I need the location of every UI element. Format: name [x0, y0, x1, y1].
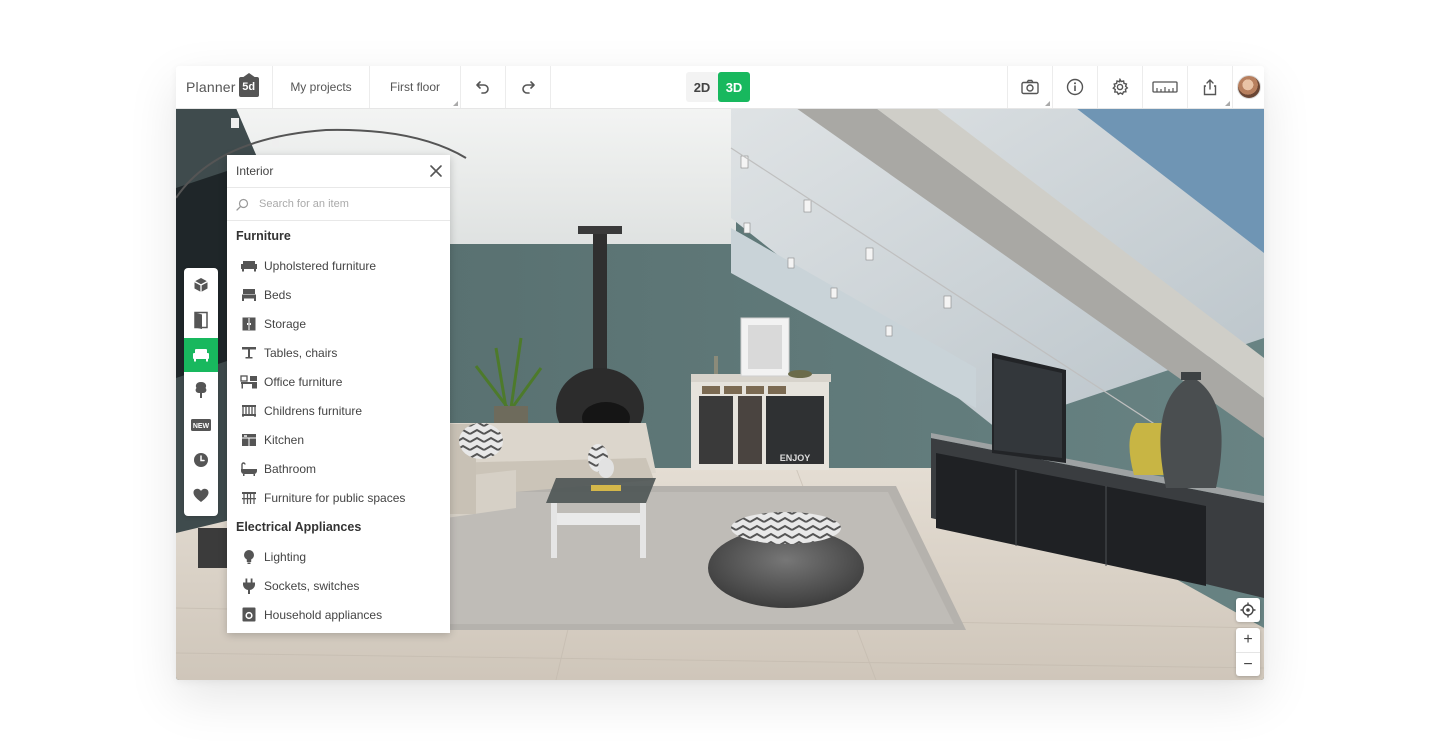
- rail-exterior[interactable]: [184, 373, 218, 407]
- sofa-icon: [193, 349, 209, 362]
- catalog-item-lighting[interactable]: Lighting: [227, 542, 450, 571]
- door-icon: [194, 311, 208, 329]
- catalog-item-office[interactable]: Office furniture: [227, 367, 450, 396]
- settings-button[interactable]: [1097, 66, 1142, 108]
- info-icon: [1066, 78, 1084, 96]
- app-logo[interactable]: Planner 5d: [186, 66, 259, 108]
- share-icon: [1203, 79, 1217, 96]
- rail-construction[interactable]: [184, 268, 218, 302]
- catalog-item-public-spaces[interactable]: Furniture for public spaces: [227, 483, 450, 512]
- catalog-item-label: Storage: [264, 316, 307, 331]
- undo-button[interactable]: [460, 66, 505, 108]
- catalog-item-kitchen[interactable]: Kitchen: [227, 425, 450, 454]
- tree-icon: [195, 382, 207, 398]
- bed-icon: [242, 288, 256, 301]
- catalog-item-sockets[interactable]: Sockets, switches: [227, 571, 450, 600]
- plug-icon: [243, 578, 255, 594]
- mode-3d-button[interactable]: 3D: [718, 72, 750, 102]
- catalog-item-label: Household appliances: [264, 607, 383, 622]
- zoom-control: + −: [1236, 628, 1260, 676]
- floor-selector[interactable]: First floor: [369, 66, 460, 108]
- rail-interior[interactable]: [184, 338, 218, 372]
- washer-icon: [242, 607, 256, 622]
- bathtub-icon: [241, 461, 257, 476]
- rail-favorites[interactable]: [184, 478, 218, 512]
- my-projects-label: My projects: [290, 80, 352, 94]
- panel-title: Interior: [236, 164, 274, 178]
- catalog-tool-rail: NEW: [184, 268, 218, 516]
- redo-icon: [522, 81, 535, 94]
- public-furniture-icon: [242, 491, 256, 504]
- catalog-item-label: Beds: [264, 287, 292, 302]
- section-title-furniture: Furniture: [236, 229, 291, 243]
- catalog-item-storage[interactable]: Storage: [227, 309, 450, 338]
- logo-badge: 5d: [238, 73, 259, 97]
- search-icon: [236, 198, 249, 211]
- table-icon: [242, 347, 256, 359]
- rail-new-label: NEW: [193, 423, 210, 430]
- clock-icon: [194, 453, 208, 467]
- catalog-item-bathroom[interactable]: Bathroom: [227, 454, 450, 483]
- gear-icon: [1112, 78, 1129, 96]
- floor-label: First floor: [389, 80, 440, 94]
- catalog-item-label: Tables, chairs: [264, 345, 338, 360]
- catalog-item-label: Office furniture: [264, 374, 343, 389]
- top-toolbar: Planner 5d My projects First floor 2D 3D: [176, 66, 1264, 109]
- rail-recent[interactable]: [184, 443, 218, 477]
- catalog-item-label: Bathroom: [264, 461, 317, 476]
- new-badge-icon: NEW: [191, 419, 211, 431]
- cube-icon: [194, 278, 208, 292]
- undo-icon: [476, 81, 489, 94]
- catalog-item-label: Sockets, switches: [264, 578, 360, 593]
- user-profile-button[interactable]: [1232, 66, 1264, 108]
- locate-control: [1236, 598, 1260, 622]
- avatar: [1237, 75, 1261, 99]
- my-projects-button[interactable]: My projects: [272, 66, 369, 108]
- zoom-in-button[interactable]: +: [1236, 628, 1260, 652]
- rail-doors[interactable]: [184, 303, 218, 337]
- catalog-item-beds[interactable]: Beds: [227, 280, 450, 309]
- cabinet-sign: ENJOY: [780, 453, 811, 463]
- catalog-item-tables-chairs[interactable]: Tables, chairs: [227, 338, 450, 367]
- office-desk-icon: [240, 374, 257, 388]
- redo-button[interactable]: [505, 66, 551, 108]
- mode-2d-button[interactable]: 2D: [686, 72, 718, 102]
- crib-icon: [242, 404, 256, 417]
- view-mode-switch: 2D 3D: [686, 72, 750, 102]
- panel-search: [227, 188, 450, 221]
- catalog-item-household[interactable]: Household appliances: [227, 600, 450, 629]
- snapshot-button[interactable]: [1007, 66, 1052, 108]
- catalog-item-upholstered[interactable]: Upholstered furniture: [227, 251, 450, 280]
- section-title-electrical: Electrical Appliances: [236, 520, 362, 534]
- ruler-icon: [1152, 81, 1178, 93]
- catalog-item-label: Lighting: [264, 549, 307, 564]
- camera-icon: [1021, 79, 1039, 95]
- sofa-icon: [241, 260, 257, 271]
- rail-new[interactable]: NEW: [184, 408, 218, 442]
- center-view-button[interactable]: [1236, 598, 1260, 622]
- catalog-item-label: Upholstered furniture: [264, 258, 377, 273]
- catalog-item-label: Childrens furniture: [264, 403, 363, 418]
- catalog-item-childrens[interactable]: Childrens furniture: [227, 396, 450, 425]
- zoom-out-button[interactable]: −: [1236, 652, 1260, 677]
- cabinet-icon: [242, 317, 256, 330]
- close-icon[interactable]: [428, 163, 444, 179]
- info-button[interactable]: [1052, 66, 1097, 108]
- panel-header: Interior: [227, 155, 450, 188]
- interior-catalog-panel: Interior Furniture Upholstered furniture…: [227, 155, 450, 633]
- target-icon: [1240, 602, 1256, 618]
- logo-text: Planner: [186, 79, 236, 95]
- heart-icon: [193, 488, 209, 502]
- planner-app-window: Planner 5d My projects First floor 2D 3D: [176, 66, 1264, 680]
- kitchen-icon: [242, 433, 256, 446]
- dimensions-button[interactable]: [1142, 66, 1187, 108]
- share-button[interactable]: [1187, 66, 1232, 108]
- catalog-item-label: Furniture for public spaces: [264, 490, 406, 505]
- bulb-icon: [244, 549, 254, 564]
- catalog-item-label: Kitchen: [264, 432, 305, 447]
- search-input[interactable]: [257, 197, 441, 211]
